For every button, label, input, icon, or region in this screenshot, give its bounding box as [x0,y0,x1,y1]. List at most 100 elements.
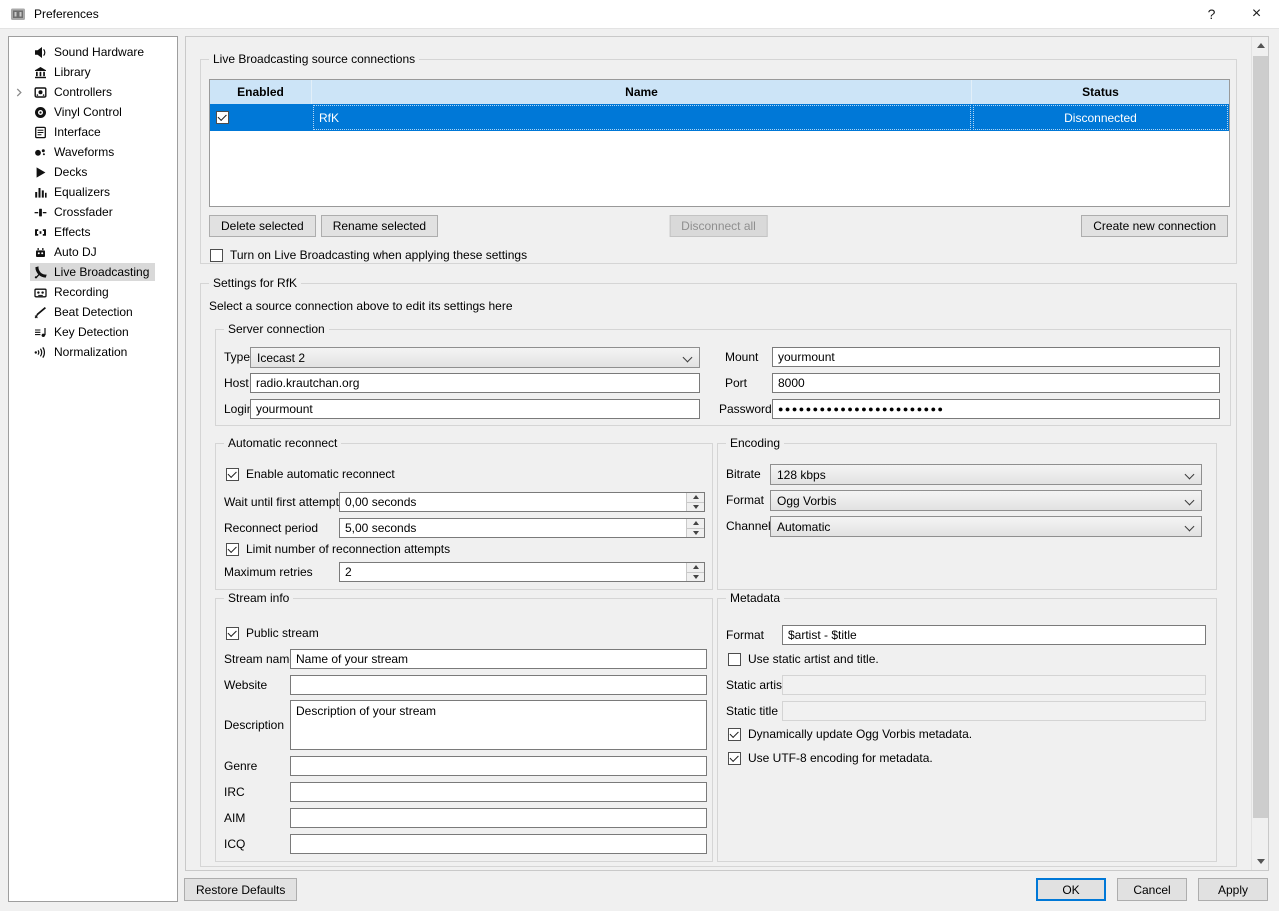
aim-label: AIM [224,808,245,828]
delete-selected-button[interactable]: Delete selected [209,215,316,237]
host-input[interactable] [250,373,700,393]
sidebar-item-library[interactable]: Library [9,62,177,82]
rename-selected-button[interactable]: Rename selected [321,215,438,237]
chevron-down-icon [1185,496,1195,506]
metadata-format-input[interactable] [782,625,1206,645]
row-enabled-checkbox[interactable] [216,111,229,124]
aim-input[interactable] [290,808,707,828]
utf8-encoding-checkbox[interactable] [728,752,741,765]
sidebar-item-decks[interactable]: Decks [9,162,177,182]
login-input[interactable] [250,399,700,419]
ok-button[interactable]: OK [1036,878,1106,901]
reconnect-period-label: Reconnect period [224,518,318,538]
sidebar-item-controllers[interactable]: Controllers [9,82,177,102]
group-title: Server connection [224,322,329,336]
connection-name-cell[interactable]: RfK [312,104,972,131]
interface-icon [32,125,48,139]
effects-icon [32,225,48,239]
expand-chevron-icon[interactable] [9,82,30,102]
sidebar-item-equalizers[interactable]: Equalizers [9,182,177,202]
sidebar-item-effects[interactable]: Effects [9,222,177,242]
reconnect-period-spinbox[interactable] [339,518,705,538]
public-stream-label: Public stream [246,626,319,640]
scroll-up-button[interactable] [1252,37,1269,54]
static-artist-input[interactable] [782,675,1206,695]
genre-input[interactable] [290,756,707,776]
column-header-status[interactable]: Status [972,80,1229,104]
sidebar-item-normalization[interactable]: Normalization [9,342,177,362]
maximum-retries-input[interactable] [340,563,686,581]
sidebar-item-live-broadcasting[interactable]: Live Broadcasting [9,262,177,282]
maximum-retries-label: Maximum retries [224,562,313,582]
spin-down-button[interactable] [687,503,704,512]
scrollbar-thumb[interactable] [1253,56,1268,818]
irc-input[interactable] [290,782,707,802]
spin-down-button[interactable] [687,529,704,538]
group-title: Encoding [726,436,784,450]
spin-up-button[interactable] [687,563,704,573]
bitrate-label: Bitrate [726,464,761,484]
format-select[interactable]: Ogg Vorbis [770,490,1202,511]
stream-name-input[interactable] [290,649,707,669]
metadata-format-label: Format [726,625,764,645]
sound-waves-icon [32,345,48,359]
wait-until-first-attempt-spinbox[interactable] [339,492,705,512]
metadata-group: Metadata Format Use static artist and ti… [717,598,1217,862]
apply-button[interactable]: Apply [1198,878,1268,901]
cancel-button[interactable]: Cancel [1117,878,1187,901]
type-select[interactable]: Icecast 2 [250,347,700,368]
play-icon [32,165,48,179]
dynamically-update-metadata-label: Dynamically update Ogg Vorbis metadata. [748,727,972,741]
port-input[interactable] [772,373,1220,393]
music-note-icon [32,325,48,339]
enable-automatic-reconnect-checkbox[interactable] [226,468,239,481]
restore-defaults-button[interactable]: Restore Defaults [184,878,297,901]
genre-label: Genre [224,756,257,776]
dynamically-update-metadata-checkbox[interactable] [728,728,741,741]
close-button[interactable]: × [1234,0,1279,28]
sidebar-item-sound-hardware[interactable]: Sound Hardware [9,42,177,62]
scroll-down-button[interactable] [1252,853,1269,870]
sidebar-item-waveforms[interactable]: Waveforms [9,142,177,162]
mount-input[interactable] [772,347,1220,367]
sidebar-item-auto-dj[interactable]: Auto DJ [9,242,177,262]
chevron-down-icon [1185,470,1195,480]
use-static-artist-title-checkbox[interactable] [728,653,741,666]
create-new-connection-button[interactable]: Create new connection [1081,215,1228,237]
spin-down-button[interactable] [687,573,704,582]
sidebar-item-recording[interactable]: Recording [9,282,177,302]
wait-until-first-attempt-input[interactable] [340,493,686,511]
icq-label: ICQ [224,834,245,854]
column-header-enabled[interactable]: Enabled [210,80,312,104]
sidebar-item-key-detection[interactable]: Key Detection [9,322,177,342]
table-row[interactable]: RfK Disconnected [210,104,1229,131]
sidebar-item-crossfader[interactable]: Crossfader [9,202,177,222]
spin-up-button[interactable] [687,519,704,529]
public-stream-checkbox[interactable] [226,627,239,640]
sidebar-item-beat-detection[interactable]: Beat Detection [9,302,177,322]
help-button[interactable]: ? [1189,0,1234,28]
turn-on-broadcasting-checkbox[interactable] [210,249,223,262]
column-header-name[interactable]: Name [312,80,972,104]
static-artist-label: Static artist [726,675,785,695]
channels-select[interactable]: Automatic [770,516,1202,537]
website-input[interactable] [290,675,707,695]
content-scrollbar[interactable] [1251,37,1268,870]
sidebar-item-vinyl-control[interactable]: Vinyl Control [9,102,177,122]
spin-up-button[interactable] [687,493,704,503]
preferences-sidebar: Sound Hardware Library Controllers Vinyl… [8,36,178,902]
stream-name-label: Stream name [224,649,296,669]
sidebar-item-interface[interactable]: Interface [9,122,177,142]
static-title-input[interactable] [782,701,1206,721]
icq-input[interactable] [290,834,707,854]
maximum-retries-spinbox[interactable] [339,562,705,582]
reconnect-period-input[interactable] [340,519,686,537]
disconnect-all-button[interactable]: Disconnect all [669,215,768,237]
description-textarea[interactable] [290,700,707,750]
group-title: Automatic reconnect [224,436,341,450]
vinyl-icon [32,105,48,119]
bitrate-select[interactable]: 128 kbps [770,464,1202,485]
equalizer-icon [32,185,48,199]
limit-reconnection-attempts-checkbox[interactable] [226,543,239,556]
password-input[interactable] [772,399,1220,419]
